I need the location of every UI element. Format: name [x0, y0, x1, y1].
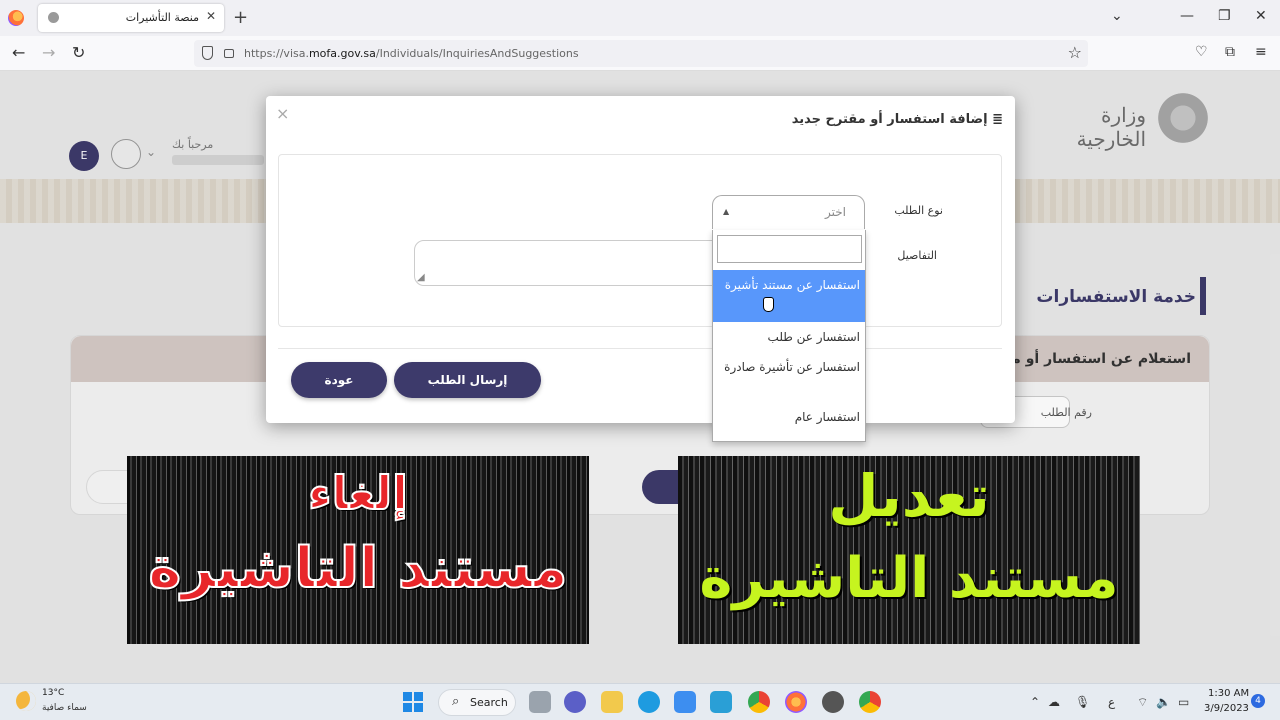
- wifi-icon[interactable]: ⌔: [1137, 695, 1148, 710]
- new-inquiry-modal: ≣ إضافة استفسار أو مقترح جديد × نوع الطل…: [266, 96, 1015, 423]
- overlay-cancel-banner: إلغاء مستند التاشيرة: [127, 456, 589, 644]
- firefox-taskbar-icon[interactable]: [785, 691, 807, 713]
- store-icon[interactable]: [674, 691, 696, 713]
- volume-icon[interactable]: 🔈: [1156, 695, 1171, 709]
- moon-weather-icon[interactable]: [16, 691, 36, 711]
- new-tab-button[interactable]: +: [233, 7, 248, 28]
- minimize-button[interactable]: —: [1180, 8, 1194, 24]
- search-icon: ⌕: [452, 694, 460, 709]
- select-placeholder: اختر: [825, 205, 846, 219]
- overlay-edit-subtitle: مستند التاشيرة: [699, 546, 1119, 611]
- dropdown-search-input[interactable]: [717, 235, 862, 263]
- reload-icon[interactable]: ↻: [72, 43, 85, 62]
- weather-temperature[interactable]: 13°C: [42, 688, 64, 698]
- input-language[interactable]: ع: [1108, 695, 1115, 709]
- dropdown-option[interactable]: استفسار عن تأشيرة صادرة: [713, 357, 865, 399]
- weather-description[interactable]: سماء صافية: [42, 703, 87, 713]
- url-text[interactable]: https://visa.mofa.gov.sa/Individuals/Inq…: [244, 47, 579, 60]
- browser-tab-bar: منصة التأشيرات ✕ + ⌄ — ❐ ✕: [0, 0, 1280, 36]
- tray-overflow-icon[interactable]: ⌃: [1030, 695, 1040, 709]
- send-request-button[interactable]: إرسال الطلب: [394, 362, 541, 398]
- tab-close-icon[interactable]: ✕: [206, 9, 216, 23]
- firefox-icon[interactable]: [8, 10, 24, 26]
- list-all-tabs-icon[interactable]: ⌄: [1111, 8, 1123, 24]
- caret-up-icon: ▲: [723, 207, 730, 216]
- task-view-icon[interactable]: [529, 691, 551, 713]
- restore-button[interactable]: ❐: [1218, 8, 1231, 24]
- teams-chat-icon[interactable]: [564, 691, 586, 713]
- overlay-edit-title: تعديل: [828, 462, 990, 530]
- notification-badge[interactable]: 4: [1251, 694, 1265, 708]
- overlay-edit-banner: تعديل مستند التاشيرة: [678, 456, 1140, 644]
- overlay-cancel-subtitle: مستند التاشيرة: [147, 535, 568, 602]
- windows-start-icon[interactable]: [403, 692, 423, 712]
- resize-handle-icon[interactable]: ◢: [417, 272, 425, 283]
- forward-arrow-icon[interactable]: →: [42, 43, 55, 62]
- request-type-dropdown: استفسار عن مستند تأشيرة استفسار عن طلب ا…: [712, 230, 866, 442]
- clock-time[interactable]: 1:30 AM: [1208, 688, 1249, 699]
- chrome-icon[interactable]: [748, 691, 770, 713]
- cloud-icon[interactable]: ☁: [1048, 695, 1060, 709]
- lock-icon[interactable]: [224, 49, 234, 58]
- tab-favicon-icon: [48, 12, 59, 23]
- back-arrow-icon[interactable]: ←: [12, 43, 25, 62]
- obs-icon[interactable]: [822, 691, 844, 713]
- dropdown-option[interactable]: استفسار عن طلب: [713, 327, 865, 349]
- request-type-label: نوع الطلب: [894, 204, 943, 217]
- taskbar-search[interactable]: ⌕ Search: [438, 689, 516, 716]
- modal-divider: [278, 348, 1002, 349]
- back-button[interactable]: عودة: [291, 362, 387, 398]
- close-icon[interactable]: ×: [276, 104, 289, 123]
- pocket-icon[interactable]: ♡: [1195, 44, 1208, 60]
- request-type-select[interactable]: اختر ▲: [712, 195, 865, 229]
- url-bar[interactable]: https://visa.mofa.gov.sa/Individuals/Inq…: [194, 40, 1088, 67]
- tracking-shield-icon[interactable]: [202, 46, 213, 60]
- skype-icon[interactable]: [710, 691, 732, 713]
- battery-icon[interactable]: ▭: [1178, 695, 1189, 709]
- details-label: التفاصيل: [897, 249, 937, 262]
- overlay-cancel-title: إلغاء: [307, 465, 409, 521]
- close-window-button[interactable]: ✕: [1255, 8, 1267, 24]
- browser-nav-bar: ← → ↻ https://visa.mofa.gov.sa/Individua…: [0, 36, 1280, 71]
- details-textarea[interactable]: ◢: [414, 240, 714, 286]
- clock-date[interactable]: 3/9/2023: [1204, 703, 1249, 714]
- windows-taskbar: 13°C سماء صافية ⌕ Search ⌃ ☁ 🎙 ع ⌔ 🔈 ▭ 1…: [0, 683, 1280, 720]
- extensions-icon[interactable]: ⧉: [1225, 44, 1235, 60]
- menu-icon[interactable]: ≡: [1255, 44, 1267, 60]
- chrome-profile-icon[interactable]: [859, 691, 881, 713]
- hand-cursor-icon: [763, 297, 774, 312]
- tab-visa-platform[interactable]: منصة التأشيرات ✕: [38, 4, 224, 32]
- bookmark-star-icon[interactable]: ☆: [1068, 43, 1082, 62]
- file-explorer-icon[interactable]: [601, 691, 623, 713]
- dropdown-option[interactable]: استفسار عام: [713, 407, 865, 429]
- microphone-icon[interactable]: 🎙: [1075, 695, 1090, 709]
- edge-icon[interactable]: [638, 691, 660, 713]
- tab-title: منصة التأشيرات: [125, 11, 199, 24]
- modal-title: ≣ إضافة استفسار أو مقترح جديد: [791, 112, 1003, 127]
- search-label: Search: [470, 696, 508, 709]
- dropdown-option[interactable]: استفسار عن مستند تأشيرة: [713, 270, 865, 322]
